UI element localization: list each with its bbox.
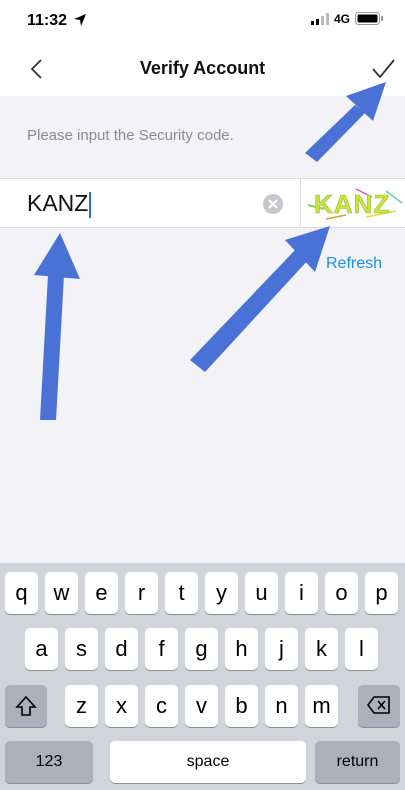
key-x[interactable]: x <box>105 685 138 727</box>
key-w[interactable]: w <box>45 572 78 614</box>
return-key[interactable]: return <box>315 741 400 783</box>
key-z[interactable]: z <box>65 685 98 727</box>
on-screen-keyboard: q w e r t y u i o p a s d f g h j k l z … <box>0 563 405 790</box>
key-e[interactable]: e <box>85 572 118 614</box>
arrow-to-input <box>34 233 80 420</box>
key-k[interactable]: k <box>305 628 338 670</box>
key-l[interactable]: l <box>345 628 378 670</box>
annotation-arrows <box>34 82 386 420</box>
key-h[interactable]: h <box>225 628 258 670</box>
arrow-to-confirm <box>305 82 386 162</box>
space-key[interactable]: space <box>110 741 306 783</box>
key-g[interactable]: g <box>185 628 218 670</box>
key-f[interactable]: f <box>145 628 178 670</box>
key-s[interactable]: s <box>65 628 98 670</box>
key-d[interactable]: d <box>105 628 138 670</box>
key-b[interactable]: b <box>225 685 258 727</box>
shift-key[interactable] <box>5 685 47 727</box>
key-q[interactable]: q <box>5 572 38 614</box>
key-v[interactable]: v <box>185 685 218 727</box>
key-t[interactable]: t <box>165 572 198 614</box>
numbers-key[interactable]: 123 <box>5 741 93 783</box>
key-p[interactable]: p <box>365 572 398 614</box>
key-m[interactable]: m <box>305 685 338 727</box>
key-a[interactable]: a <box>25 628 58 670</box>
key-u[interactable]: u <box>245 572 278 614</box>
shift-icon <box>15 695 37 716</box>
backspace-icon <box>367 696 390 714</box>
key-r[interactable]: r <box>125 572 158 614</box>
arrow-to-captcha <box>190 226 330 372</box>
key-y[interactable]: y <box>205 572 238 614</box>
key-n[interactable]: n <box>265 685 298 727</box>
key-j[interactable]: j <box>265 628 298 670</box>
key-o[interactable]: o <box>325 572 358 614</box>
key-i[interactable]: i <box>285 572 318 614</box>
delete-key[interactable] <box>358 685 400 727</box>
key-c[interactable]: c <box>145 685 178 727</box>
